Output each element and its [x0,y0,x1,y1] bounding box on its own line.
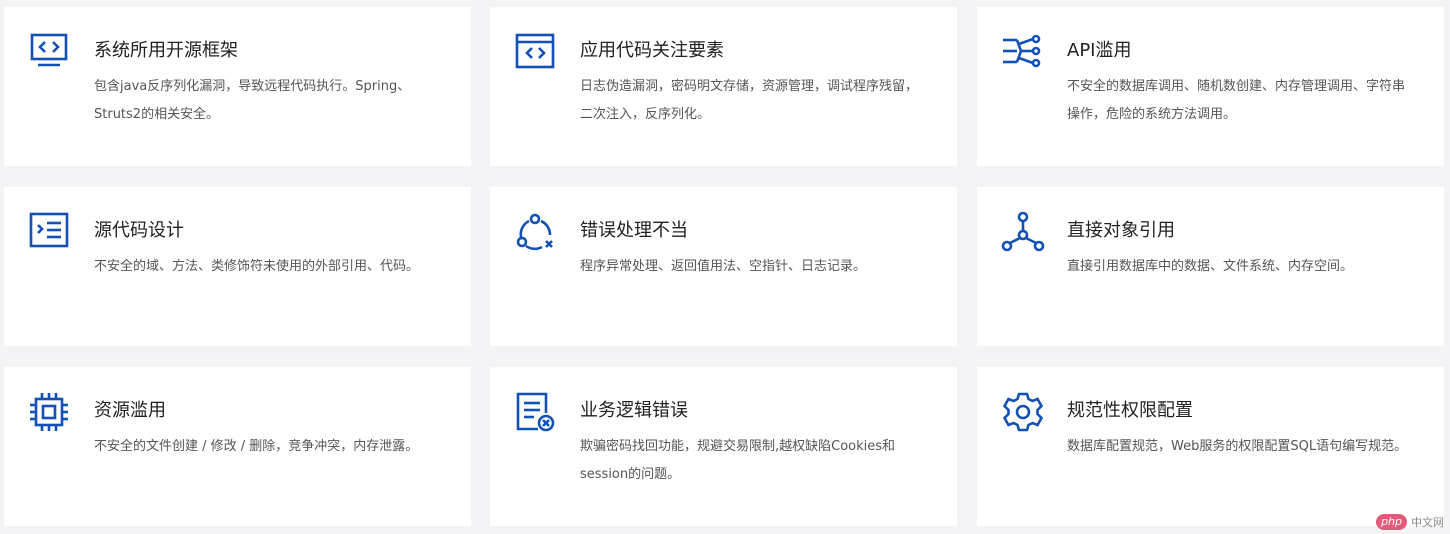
feature-card: 应用代码关注要素 日志伪造漏洞，密码明文存储，资源管理，调试程序残留，二次注入，… [490,7,957,166]
card-description: 包含java反序列化漏洞，导致远程代码执行。Spring、Struts2的相关安… [94,79,411,122]
object-graph-icon [1001,211,1045,255]
card-title: API滥用 [1067,40,1132,61]
card-title: 直接对象引用 [1067,220,1175,241]
feature-card: API滥用 不安全的数据库调用、随机数创建、内存管理调用、字符串操作，危险的系统… [977,7,1444,166]
card-description: 不安全的文件创建 / 修改 / 删除，竞争冲突，内存泄露。 [94,439,419,454]
feature-card: 规范性权限配置 数据库配置规范，Web服务的权限配置SQL语句编写规范。 [977,367,1444,526]
card-description: 不安全的数据库调用、随机数创建、内存管理调用、字符串操作，危险的系统方法调用。 [1067,79,1406,122]
feature-card: 业务逻辑错误 欺骗密码找回功能，规避交易限制,越权缺陷Cookies和sessi… [490,367,957,526]
card-description: 程序异常处理、返回值用法、空指针、日志记录。 [580,259,867,274]
card-title: 业务逻辑错误 [580,400,688,421]
card-description: 不安全的域、方法、类修饰符未使用的外部引用、代码。 [94,259,420,274]
error-cycle-icon [514,211,558,255]
feature-card: 系统所用开源框架 包含java反序列化漏洞，导致远程代码执行。Spring、St… [4,7,471,166]
feature-grid: 系统所用开源框架 包含java反序列化漏洞，导致远程代码执行。Spring、St… [0,0,1450,534]
card-description: 日志伪造漏洞，密码明文存储，资源管理，调试程序残留，二次注入，反序列化。 [580,79,919,122]
feature-card: 源代码设计 不安全的域、方法、类修饰符未使用的外部引用、代码。 [4,187,471,346]
chip-icon [28,391,72,435]
browser-code-icon [514,31,558,75]
feature-card: 资源滥用 不安全的文件创建 / 修改 / 删除，竞争冲突，内存泄露。 [4,367,471,526]
feature-card: 错误处理不当 程序异常处理、返回值用法、空指针、日志记录。 [490,187,957,346]
feature-card: 直接对象引用 直接引用数据库中的数据、文件系统、内存空间。 [977,187,1444,346]
card-title: 系统所用开源框架 [94,40,238,61]
watermark-logo: php [1376,514,1407,530]
monitor-code-icon [28,31,72,75]
code-list-icon [28,211,72,255]
card-description: 直接引用数据库中的数据、文件系统、内存空间。 [1067,259,1354,274]
gear-icon [1001,391,1045,435]
card-title: 错误处理不当 [580,220,688,241]
card-title: 源代码设计 [94,220,184,241]
card-title: 资源滥用 [94,400,166,421]
site-watermark: php 中文网 [1376,514,1444,530]
watermark-text: 中文网 [1411,516,1444,529]
document-error-icon [514,391,558,435]
card-title: 应用代码关注要素 [580,40,724,61]
api-network-icon [1001,31,1045,75]
card-title: 规范性权限配置 [1067,400,1193,421]
card-description: 数据库配置规范，Web服务的权限配置SQL语句编写规范。 [1067,439,1408,454]
card-description: 欺骗密码找回功能，规避交易限制,越权缺陷Cookies和session的问题。 [580,439,896,482]
